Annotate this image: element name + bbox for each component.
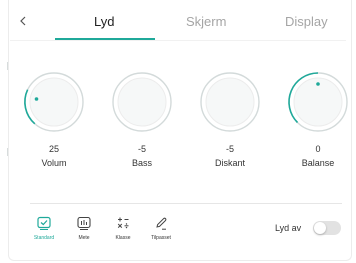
check-box-icon — [37, 216, 51, 230]
knob-label: Diskant — [214, 158, 245, 168]
knob-value: 0 — [315, 144, 321, 154]
knob-label: Volum — [41, 158, 67, 168]
preset-klasse[interactable]: Klasse — [106, 215, 140, 241]
tab-display[interactable]: Display — [285, 14, 328, 29]
preset-standard[interactable]: Standard — [27, 215, 61, 241]
knob-value: -5 — [225, 144, 234, 154]
toggle-thumb — [314, 222, 326, 234]
mute-label: Lyd av — [275, 223, 302, 233]
preset-label: Standard — [33, 235, 55, 241]
preset-tilpasset[interactable]: Tilpasset — [144, 215, 178, 241]
tab-skjerm[interactable]: Skjerm — [186, 14, 226, 29]
knob-label: Balanse — [301, 158, 335, 168]
knob-diskant[interactable]: -5 Diskant — [190, 66, 270, 168]
equalizer-icon — [77, 216, 91, 230]
chevron-left-icon — [20, 16, 26, 26]
knob-volum[interactable]: 25 Volum — [14, 66, 94, 168]
knob-value: -5 — [137, 144, 146, 154]
treble-dial — [200, 72, 260, 132]
preset-label: Tilpasset — [151, 235, 171, 241]
volume-dial — [24, 72, 84, 132]
back-button[interactable] — [16, 12, 30, 30]
bass-dial — [112, 72, 172, 132]
knob-bass[interactable]: -5 Bass — [102, 66, 182, 168]
knob-value: 25 — [48, 144, 59, 154]
section-divider — [30, 203, 342, 204]
preset-mete[interactable]: Mete — [67, 215, 101, 241]
math-operators-icon — [117, 217, 129, 229]
tab-lyd[interactable]: Lyd — [94, 14, 114, 29]
preset-label: Klasse — [115, 235, 131, 241]
balance-dial — [288, 72, 348, 132]
knob-balanse[interactable]: 0 Balanse — [278, 66, 356, 168]
knob-label: Bass — [131, 158, 152, 168]
preset-label: Mete — [78, 235, 90, 241]
tab-separator — [10, 40, 346, 41]
mute-toggle[interactable] — [313, 221, 341, 235]
active-tab-indicator — [55, 38, 155, 40]
pencil-icon — [156, 217, 167, 230]
